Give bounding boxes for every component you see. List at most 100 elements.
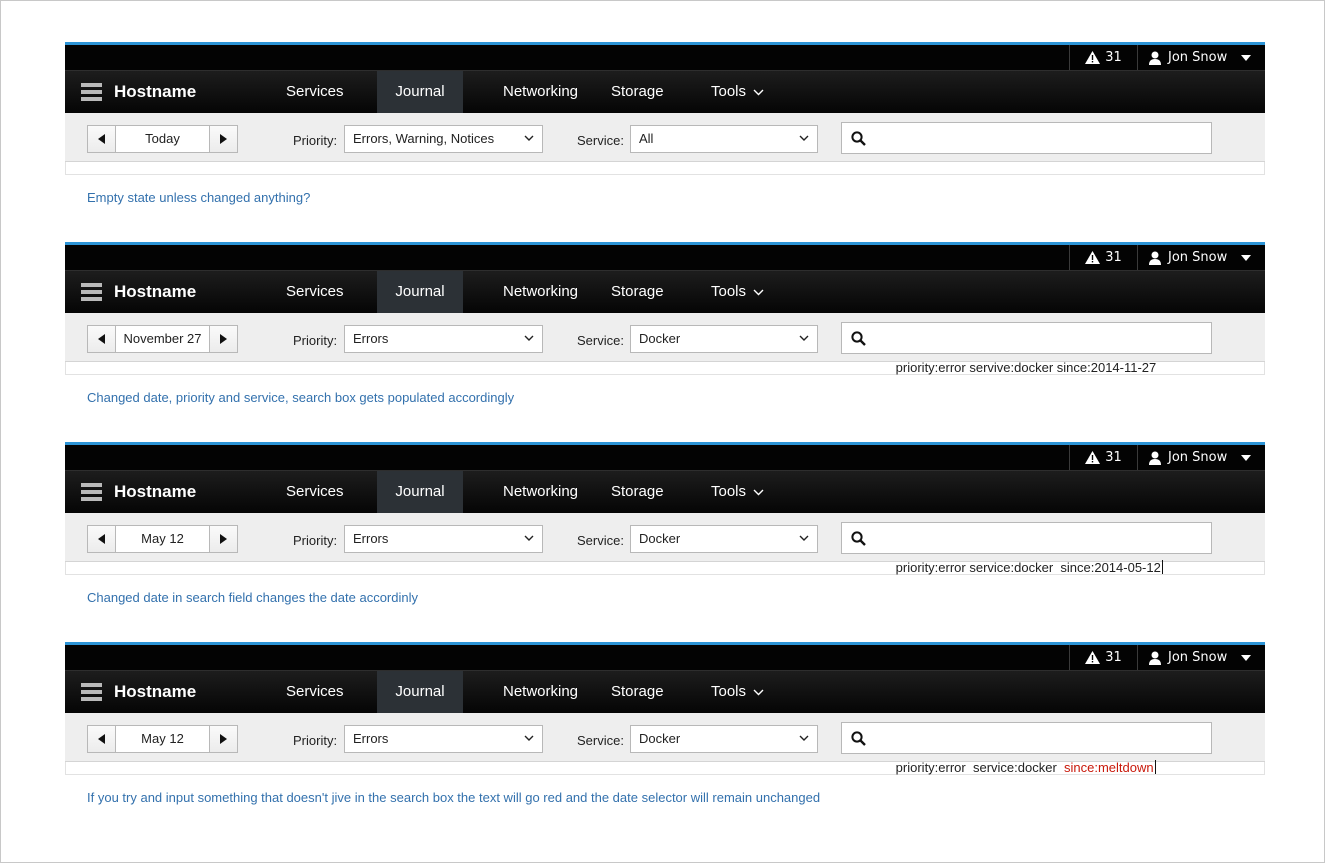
alerts-button[interactable]: 31 (1069, 45, 1137, 70)
next-date-button[interactable] (209, 526, 237, 552)
service-select[interactable]: Docker (630, 325, 818, 353)
caret-down-icon (1241, 654, 1252, 661)
user-menu[interactable]: Jon Snow (1137, 45, 1265, 70)
user-menu[interactable]: Jon Snow (1137, 645, 1265, 670)
journal-panel-3: 31 Jon Snow Hostname Services Journal Ne… (65, 442, 1265, 575)
priority-select[interactable]: Errors (344, 525, 543, 553)
nav-services[interactable]: Services (286, 71, 344, 113)
nav-services[interactable]: Services (286, 271, 344, 313)
date-picker: May 12 (87, 725, 238, 753)
user-icon (1149, 251, 1161, 265)
chevron-down-icon (799, 535, 809, 541)
alert-count: 31 (1105, 250, 1122, 265)
search-input[interactable] (841, 122, 1212, 154)
date-picker: May 12 (87, 525, 238, 553)
user-icon (1149, 451, 1161, 465)
nav-networking[interactable]: Networking (503, 471, 578, 513)
main-navbar: Hostname Services Journal Networking Sto… (65, 670, 1265, 713)
service-label: Service: (577, 333, 624, 348)
search-input[interactable]: priority:error service:docker since:melt… (841, 722, 1212, 775)
nav-networking[interactable]: Networking (503, 671, 578, 713)
previous-date-button[interactable] (88, 726, 116, 752)
nav-tools[interactable]: Tools (711, 671, 764, 713)
arrow-left-icon (98, 334, 105, 344)
arrow-right-icon (220, 334, 227, 344)
priority-value: Errors, Warning, Notices (353, 131, 495, 146)
alerts-button[interactable]: 31 (1069, 245, 1137, 270)
chevron-down-icon (753, 489, 764, 496)
hamburger-icon[interactable] (81, 83, 102, 101)
service-select[interactable]: Docker (630, 525, 818, 553)
alerts-button[interactable]: 31 (1069, 645, 1137, 670)
next-date-button[interactable] (209, 726, 237, 752)
user-icon (1149, 651, 1161, 665)
date-label[interactable]: November 27 (116, 326, 209, 352)
journal-toolbar: May 12 Priority: Errors Service: Docker … (65, 713, 1265, 775)
previous-date-button[interactable] (88, 326, 116, 352)
hamburger-icon[interactable] (81, 283, 102, 301)
journal-toolbar: May 12 Priority: Errors Service: Docker … (65, 513, 1265, 575)
service-value: Docker (639, 331, 681, 346)
warning-icon (1085, 51, 1101, 64)
nav-storage[interactable]: Storage (611, 271, 664, 313)
hamburger-icon[interactable] (81, 683, 102, 701)
nav-journal[interactable]: Journal (377, 271, 463, 313)
nav-networking[interactable]: Networking (503, 71, 578, 113)
priority-select[interactable]: Errors (344, 725, 543, 753)
search-text: priority:error service:docker (895, 760, 1064, 775)
service-label: Service: (577, 133, 624, 148)
masthead-utility-bar: 31 Jon Snow (65, 42, 1265, 70)
search-input[interactable]: priority:error service:docker since:2014… (841, 522, 1212, 575)
nav-tools[interactable]: Tools (711, 471, 764, 513)
search-input[interactable]: priority:error servive:docker since:2014… (841, 322, 1212, 375)
user-icon (1149, 51, 1161, 65)
nav-storage[interactable]: Storage (611, 671, 664, 713)
chevron-down-icon (524, 335, 534, 341)
priority-value: Errors (353, 731, 389, 746)
hostname: Hostname (114, 482, 197, 501)
service-value: All (639, 131, 654, 146)
nav-journal[interactable]: Journal (377, 671, 463, 713)
hostname: Hostname (114, 282, 197, 301)
priority-select[interactable]: Errors (344, 325, 543, 353)
annotation-caption: Empty state unless changed anything? (87, 190, 311, 205)
previous-date-button[interactable] (88, 126, 116, 152)
service-select[interactable]: All (630, 125, 818, 153)
alert-count: 31 (1105, 450, 1122, 465)
hamburger-icon[interactable] (81, 483, 102, 501)
date-label[interactable]: Today (116, 126, 209, 152)
priority-label: Priority: (293, 333, 338, 348)
service-select[interactable]: Docker (630, 725, 818, 753)
nav-tools-label: Tools (711, 483, 747, 500)
next-date-button[interactable] (209, 126, 237, 152)
priority-select[interactable]: Errors, Warning, Notices (344, 125, 543, 153)
journal-panel-2: 31 Jon Snow Hostname Services Journal Ne… (65, 242, 1265, 375)
alerts-button[interactable]: 31 (1069, 445, 1137, 470)
nav-journal[interactable]: Journal (377, 471, 463, 513)
service-label: Service: (577, 533, 624, 548)
alert-count: 31 (1105, 50, 1122, 65)
nav-tools[interactable]: Tools (711, 271, 764, 313)
nav-services[interactable]: Services (286, 471, 344, 513)
user-menu[interactable]: Jon Snow (1137, 245, 1265, 270)
date-label[interactable]: May 12 (116, 526, 209, 552)
service-value: Docker (639, 531, 681, 546)
date-label[interactable]: May 12 (116, 726, 209, 752)
next-date-button[interactable] (209, 326, 237, 352)
text-cursor (1154, 760, 1156, 774)
user-menu[interactable]: Jon Snow (1137, 445, 1265, 470)
nav-journal[interactable]: Journal (377, 71, 463, 113)
nav-services[interactable]: Services (286, 671, 344, 713)
chevron-down-icon (753, 689, 764, 696)
nav-storage[interactable]: Storage (611, 71, 664, 113)
nav-tools[interactable]: Tools (711, 71, 764, 113)
nav-storage[interactable]: Storage (611, 471, 664, 513)
priority-label: Priority: (293, 533, 338, 548)
user-name: Jon Snow (1168, 50, 1228, 65)
previous-date-button[interactable] (88, 526, 116, 552)
chevron-down-icon (524, 535, 534, 541)
text-cursor (1161, 560, 1163, 574)
arrow-right-icon (220, 534, 227, 544)
nav-networking[interactable]: Networking (503, 271, 578, 313)
search-text: priority:error servive:docker since:2014… (895, 360, 1157, 375)
